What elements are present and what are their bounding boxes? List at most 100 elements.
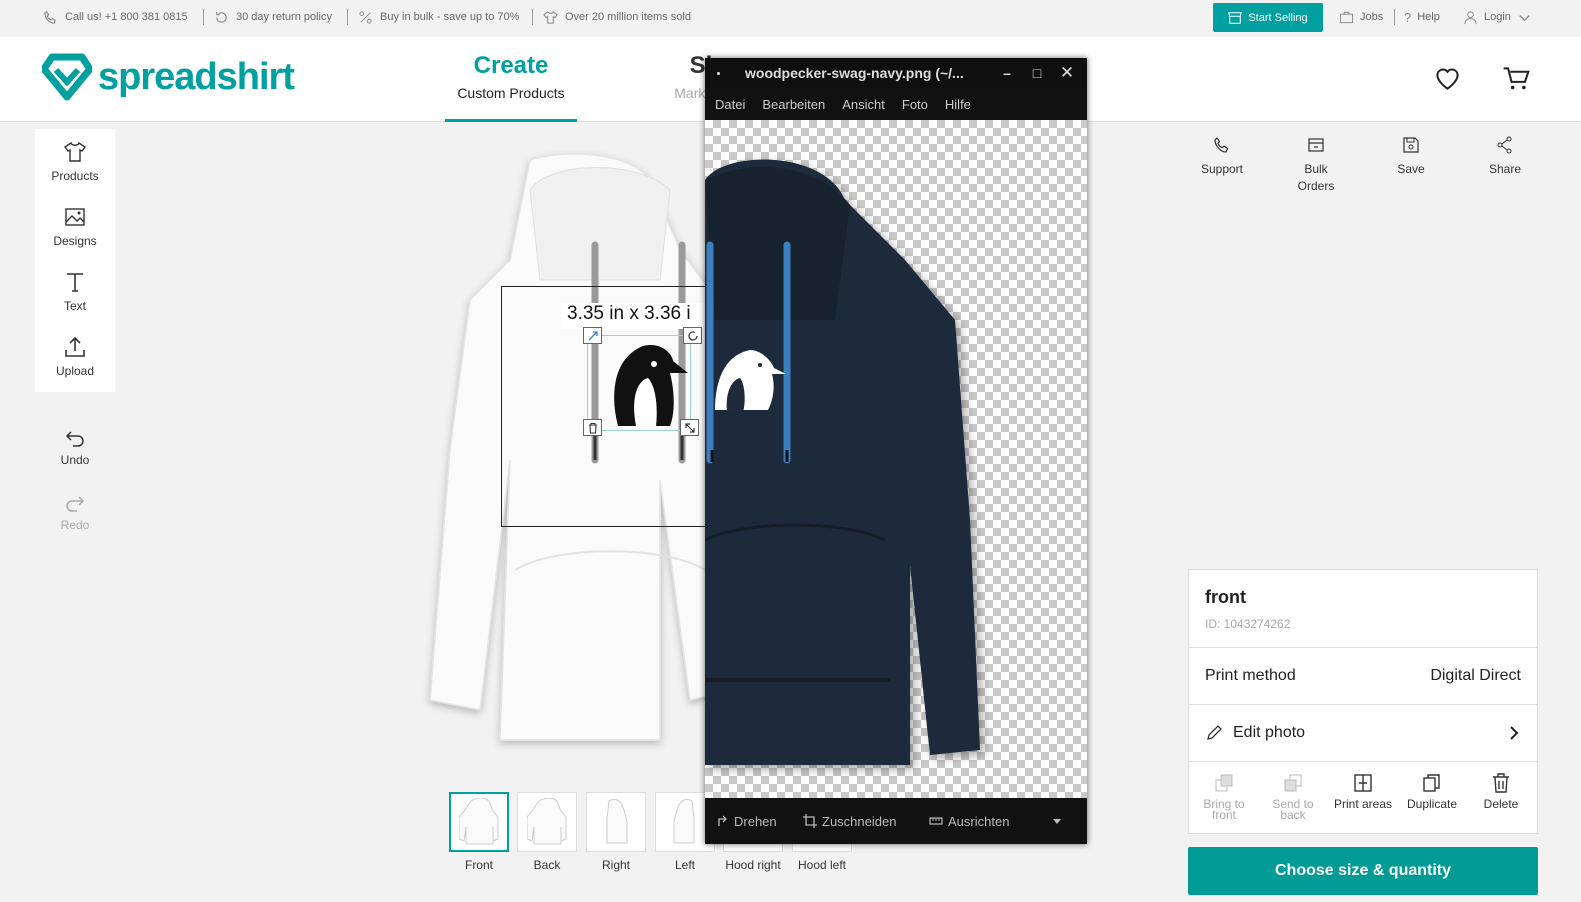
caret-down-icon	[1053, 819, 1061, 824]
promo-call-text: Call us! +1 800 381 0815	[65, 11, 188, 23]
edit-photo-row[interactable]: Edit photo	[1189, 704, 1537, 761]
tool-designs-label: Designs	[53, 233, 97, 248]
delete-label: Delete	[1483, 797, 1519, 811]
phone-icon	[1214, 137, 1229, 153]
menu-ansicht[interactable]: Ansicht	[842, 97, 885, 112]
top-utility-bar: Call us! +1 800 381 0815 30 day return p…	[0, 0, 1581, 34]
bring-to-front-label: Bring to front	[1203, 797, 1245, 822]
heart-icon[interactable]	[1434, 65, 1461, 92]
tool-products[interactable]: Products	[35, 131, 115, 191]
promo-bulk-text: Buy in bulk - save up to 70%	[380, 11, 520, 23]
menu-hilfe[interactable]: Hilfe	[945, 97, 971, 112]
duplicate-button[interactable]: Duplicate	[1398, 772, 1466, 810]
rotate-handle[interactable]	[683, 327, 702, 344]
minimize-icon[interactable]: –	[997, 63, 1017, 83]
share-button[interactable]: Share	[1470, 136, 1540, 178]
print-areas-button[interactable]: Print areas	[1329, 772, 1397, 810]
menu-foto[interactable]: Foto	[902, 97, 928, 112]
close-icon[interactable]: ✕	[1057, 63, 1077, 83]
print-method-value: Digital Direct	[1430, 667, 1521, 684]
tool-upload-label: Upload	[55, 363, 95, 378]
delete-handle[interactable]	[583, 419, 602, 436]
save-label: Save	[1397, 162, 1425, 176]
trash-icon	[588, 422, 597, 434]
view-thumb-right[interactable]: Right	[586, 792, 646, 872]
viewer-menubar: Datei Bearbeiten Ansicht Foto Hilfe	[705, 88, 1087, 120]
view-thumb-back[interactable]: Back	[517, 792, 577, 872]
view-thumb-image	[517, 792, 577, 852]
promo-sold: Over 20 million items sold	[543, 0, 691, 34]
choose-size-quantity-button[interactable]: Choose size & quantity	[1188, 847, 1538, 895]
user-icon	[1464, 10, 1477, 24]
design-properties-panel: front ID: 1043274262 Print method Digita…	[1188, 569, 1538, 834]
upload-icon	[65, 336, 85, 357]
straighten-button[interactable]: Ausrichten	[929, 798, 1009, 844]
scale-handle-top-left[interactable]	[583, 327, 602, 344]
selected-design[interactable]	[587, 335, 691, 431]
maximize-icon[interactable]: □	[1027, 63, 1047, 83]
spreadshirt-logo[interactable]: spreadshirt	[42, 53, 295, 101]
view-thumb-image	[586, 792, 646, 852]
rotate-icon	[687, 330, 698, 341]
panel-id: ID: 1043274262	[1205, 617, 1291, 631]
logo-text: spreadshirt	[98, 55, 295, 98]
briefcase-icon	[1339, 11, 1354, 23]
tool-upload[interactable]: Upload	[35, 326, 115, 386]
nav-create-title: Create	[473, 52, 549, 79]
support-button[interactable]: Support	[1187, 136, 1257, 178]
view-thumb-label: Hood left	[797, 858, 847, 872]
image-icon	[65, 207, 85, 226]
tool-text[interactable]: Text	[35, 261, 115, 321]
viewer-bottom-toolbar: Drehen Zuschneiden Ausrichten	[705, 798, 1087, 844]
menu-bearbeiten[interactable]: Bearbeiten	[762, 97, 825, 112]
login-link[interactable]: Login	[1463, 0, 1532, 34]
more-dropdown[interactable]	[1050, 798, 1064, 844]
promo-call: Call us! +1 800 381 0815	[43, 0, 188, 34]
jobs-label: Jobs	[1360, 11, 1384, 23]
return-icon	[216, 11, 227, 23]
tool-designs[interactable]: Designs	[35, 196, 115, 256]
view-thumb-label: Hood right	[725, 858, 781, 872]
resize-handle[interactable]	[680, 419, 699, 436]
rotate-label: Drehen	[734, 813, 777, 829]
undo-icon	[65, 430, 84, 447]
crop-icon	[803, 814, 817, 828]
view-thumb-label: Front	[464, 858, 493, 872]
view-thumb-image	[449, 792, 509, 852]
redo-button[interactable]: Redo	[35, 483, 115, 543]
share-icon	[1497, 136, 1512, 154]
redo-label: Redo	[60, 517, 90, 532]
edit-photo-label: Edit photo	[1233, 724, 1306, 741]
menu-datei[interactable]: Datei	[715, 97, 745, 112]
promo-sold-text: Over 20 million items sold	[565, 11, 691, 23]
bring-to-front-button[interactable]: Bring to front	[1190, 772, 1258, 821]
image-viewer-window[interactable]: woodpecker-swag-navy.png (~/... – □ ✕ Da…	[705, 58, 1087, 844]
send-to-back-button[interactable]: Send to back	[1259, 772, 1327, 821]
box-icon	[1308, 138, 1324, 152]
divider	[203, 9, 204, 25]
jobs-link[interactable]: Jobs	[1339, 0, 1383, 34]
view-thumb-front[interactable]: Front	[449, 792, 509, 872]
help-link[interactable]: ? Help	[1404, 0, 1440, 34]
crop-button[interactable]: Zuschneiden	[803, 798, 896, 844]
nav-create[interactable]: Create Custom Products	[445, 52, 577, 122]
start-selling-button[interactable]: Start Selling	[1213, 3, 1323, 32]
nav-create-subtitle: Custom Products	[457, 85, 565, 101]
duplicate-icon	[1423, 774, 1440, 792]
ruler-icon	[929, 817, 943, 825]
tool-text-label: Text	[63, 298, 86, 313]
rotate-button[interactable]: Drehen	[715, 798, 777, 844]
delete-button[interactable]: Delete	[1467, 772, 1535, 810]
save-button[interactable]: Save	[1376, 136, 1446, 178]
undo-button[interactable]: Undo	[35, 418, 115, 478]
redo-icon	[66, 495, 85, 512]
percent-icon	[359, 10, 372, 24]
window-menu-icon[interactable]	[717, 72, 720, 75]
cart-icon[interactable]	[1502, 65, 1530, 92]
bulk-orders-button[interactable]: Bulk Orders	[1281, 136, 1351, 195]
viewer-canvas[interactable]	[705, 120, 1087, 798]
print-method-row[interactable]: Print method Digital Direct	[1189, 647, 1537, 704]
viewer-titlebar[interactable]: woodpecker-swag-navy.png (~/... – □ ✕	[705, 58, 1087, 88]
chevron-right-icon	[1510, 726, 1519, 740]
print-areas-label: Print areas	[1333, 797, 1393, 811]
